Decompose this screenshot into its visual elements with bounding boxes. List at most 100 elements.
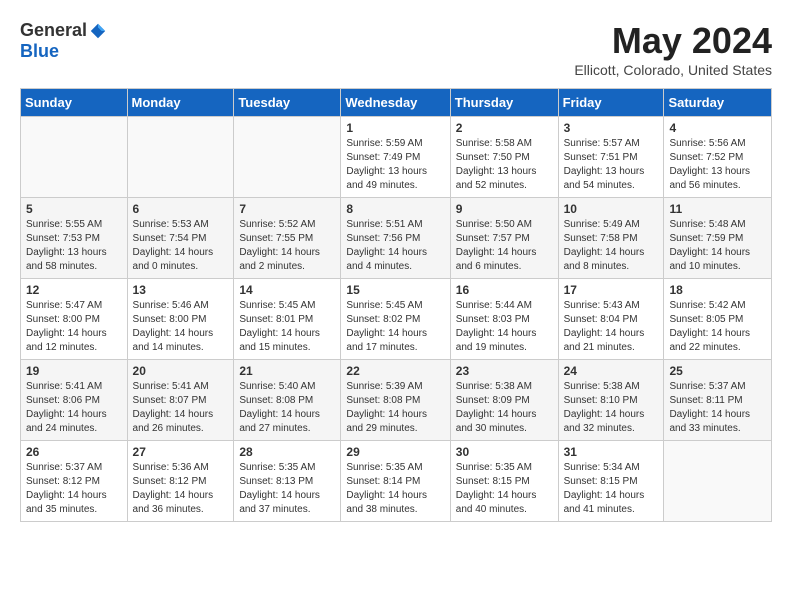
calendar-cell: 21 Sunrise: 5:40 AM Sunset: 8:08 PM Dayli… [234,360,341,441]
day-number: 31 [564,445,659,459]
calendar-cell [664,441,772,522]
day-number: 16 [456,283,553,297]
cell-content: Sunrise: 5:45 AM Sunset: 8:02 PM Dayligh… [346,299,444,355]
calendar-week-row: 26 Sunrise: 5:37 AM Sunset: 8:12 PM Dayli… [21,441,772,522]
cell-content: Sunrise: 5:47 AM Sunset: 8:00 PM Dayligh… [26,299,122,355]
calendar-table: SundayMondayTuesdayWednesdayThursdayFrid… [20,88,772,522]
cell-content: Sunrise: 5:39 AM Sunset: 8:08 PM Dayligh… [346,380,444,436]
day-number: 12 [26,283,122,297]
cell-content: Sunrise: 5:58 AM Sunset: 7:50 PM Dayligh… [456,137,553,193]
cell-content: Sunrise: 5:59 AM Sunset: 7:49 PM Dayligh… [346,137,444,193]
day-header-monday: Monday [127,89,234,117]
day-number: 1 [346,121,444,135]
calendar-cell: 23 Sunrise: 5:38 AM Sunset: 8:09 PM Dayli… [450,360,558,441]
calendar-cell: 7Sunrise: 5:52 AM Sunset: 7:55 PM Daylig… [234,198,341,279]
day-number: 11 [669,202,766,216]
day-number: 29 [346,445,444,459]
cell-content: Sunrise: 5:36 AM Sunset: 8:12 PM Dayligh… [133,461,229,517]
cell-content: Sunrise: 5:38 AM Sunset: 8:09 PM Dayligh… [456,380,553,436]
calendar-header-row: SundayMondayTuesdayWednesdayThursdayFrid… [21,89,772,117]
calendar-cell: 16Sunrise: 5:44 AM Sunset: 8:03 PM Dayli… [450,279,558,360]
day-number: 6 [133,202,229,216]
cell-content: Sunrise: 5:35 AM Sunset: 8:15 PM Dayligh… [456,461,553,517]
cell-content: Sunrise: 5:40 AM Sunset: 8:08 PM Dayligh… [239,380,335,436]
calendar-cell: 12 Sunrise: 5:47 AM Sunset: 8:00 PM Dayli… [21,279,128,360]
cell-content: Sunrise: 5:51 AM Sunset: 7:56 PM Dayligh… [346,218,444,274]
cell-content: Sunrise: 5:41 AM Sunset: 8:06 PM Dayligh… [26,380,122,436]
day-header-friday: Friday [558,89,664,117]
cell-content: Sunrise: 5:57 AM Sunset: 7:51 PM Dayligh… [564,137,659,193]
day-number: 25 [669,364,766,378]
calendar-cell: 22 Sunrise: 5:39 AM Sunset: 8:08 PM Dayli… [341,360,450,441]
day-header-sunday: Sunday [21,89,128,117]
calendar-cell: 17 Sunrise: 5:43 AM Sunset: 8:04 PM Dayli… [558,279,664,360]
logo-icon [89,22,107,40]
day-number: 10 [564,202,659,216]
cell-content: Sunrise: 5:48 AM Sunset: 7:59 PM Dayligh… [669,218,766,274]
cell-content: Sunrise: 5:46 AM Sunset: 8:00 PM Dayligh… [133,299,229,355]
day-number: 30 [456,445,553,459]
cell-content: Sunrise: 5:53 AM Sunset: 7:54 PM Dayligh… [133,218,229,274]
day-header-thursday: Thursday [450,89,558,117]
day-number: 26 [26,445,122,459]
calendar-cell: 18 Sunrise: 5:42 AM Sunset: 8:05 PM Dayli… [664,279,772,360]
calendar-cell: 9Sunrise: 5:50 AM Sunset: 7:57 PM Daylig… [450,198,558,279]
calendar-cell: 2 Sunrise: 5:58 AM Sunset: 7:50 PM Daylig… [450,117,558,198]
cell-content: Sunrise: 5:42 AM Sunset: 8:05 PM Dayligh… [669,299,766,355]
calendar-week-row: 5 Sunrise: 5:55 AM Sunset: 7:53 PM Daylig… [21,198,772,279]
calendar-cell: 4 Sunrise: 5:56 AM Sunset: 7:52 PM Daylig… [664,117,772,198]
calendar-cell: 1 Sunrise: 5:59 AM Sunset: 7:49 PM Daylig… [341,117,450,198]
calendar-cell: 28 Sunrise: 5:35 AM Sunset: 8:13 PM Dayli… [234,441,341,522]
calendar-cell: 13 Sunrise: 5:46 AM Sunset: 8:00 PM Dayli… [127,279,234,360]
calendar-cell [234,117,341,198]
calendar-cell: 15 Sunrise: 5:45 AM Sunset: 8:02 PM Dayli… [341,279,450,360]
cell-content: Sunrise: 5:38 AM Sunset: 8:10 PM Dayligh… [564,380,659,436]
calendar-cell: 14Sunrise: 5:45 AM Sunset: 8:01 PM Dayli… [234,279,341,360]
page-header: General Blue May 2024 Ellicott, Colorado… [20,20,772,78]
day-number: 23 [456,364,553,378]
day-number: 15 [346,283,444,297]
calendar-cell: 3Sunrise: 5:57 AM Sunset: 7:51 PM Daylig… [558,117,664,198]
day-number: 2 [456,121,553,135]
day-number: 22 [346,364,444,378]
calendar-week-row: 1 Sunrise: 5:59 AM Sunset: 7:49 PM Daylig… [21,117,772,198]
day-number: 27 [133,445,229,459]
cell-content: Sunrise: 5:37 AM Sunset: 8:11 PM Dayligh… [669,380,766,436]
day-number: 9 [456,202,553,216]
calendar-cell: 5 Sunrise: 5:55 AM Sunset: 7:53 PM Daylig… [21,198,128,279]
day-number: 5 [26,202,122,216]
cell-content: Sunrise: 5:55 AM Sunset: 7:53 PM Dayligh… [26,218,122,274]
cell-content: Sunrise: 5:43 AM Sunset: 8:04 PM Dayligh… [564,299,659,355]
calendar-cell [21,117,128,198]
calendar-cell: 19Sunrise: 5:41 AM Sunset: 8:06 PM Dayli… [21,360,128,441]
day-number: 13 [133,283,229,297]
day-header-tuesday: Tuesday [234,89,341,117]
day-number: 28 [239,445,335,459]
day-number: 24 [564,364,659,378]
calendar-week-row: 19Sunrise: 5:41 AM Sunset: 8:06 PM Dayli… [21,360,772,441]
day-number: 18 [669,283,766,297]
cell-content: Sunrise: 5:37 AM Sunset: 8:12 PM Dayligh… [26,461,122,517]
calendar-cell: 29 Sunrise: 5:35 AM Sunset: 8:14 PM Dayli… [341,441,450,522]
cell-content: Sunrise: 5:41 AM Sunset: 8:07 PM Dayligh… [133,380,229,436]
calendar-cell: 31Sunrise: 5:34 AM Sunset: 8:15 PM Dayli… [558,441,664,522]
cell-content: Sunrise: 5:35 AM Sunset: 8:13 PM Dayligh… [239,461,335,517]
calendar-cell: 27 Sunrise: 5:36 AM Sunset: 8:12 PM Dayli… [127,441,234,522]
cell-content: Sunrise: 5:52 AM Sunset: 7:55 PM Dayligh… [239,218,335,274]
month-title: May 2024 [574,20,772,62]
logo: General Blue [20,20,107,62]
calendar-cell: 10Sunrise: 5:49 AM Sunset: 7:58 PM Dayli… [558,198,664,279]
calendar-cell: 26 Sunrise: 5:37 AM Sunset: 8:12 PM Dayli… [21,441,128,522]
day-number: 17 [564,283,659,297]
day-number: 21 [239,364,335,378]
day-number: 14 [239,283,335,297]
cell-content: Sunrise: 5:35 AM Sunset: 8:14 PM Dayligh… [346,461,444,517]
calendar-cell: 20Sunrise: 5:41 AM Sunset: 8:07 PM Dayli… [127,360,234,441]
calendar-cell: 6 Sunrise: 5:53 AM Sunset: 7:54 PM Daylig… [127,198,234,279]
day-header-saturday: Saturday [664,89,772,117]
logo-general: General [20,20,87,41]
day-number: 4 [669,121,766,135]
calendar-cell: 25 Sunrise: 5:37 AM Sunset: 8:11 PM Dayli… [664,360,772,441]
calendar-cell: 11 Sunrise: 5:48 AM Sunset: 7:59 PM Dayli… [664,198,772,279]
cell-content: Sunrise: 5:56 AM Sunset: 7:52 PM Dayligh… [669,137,766,193]
